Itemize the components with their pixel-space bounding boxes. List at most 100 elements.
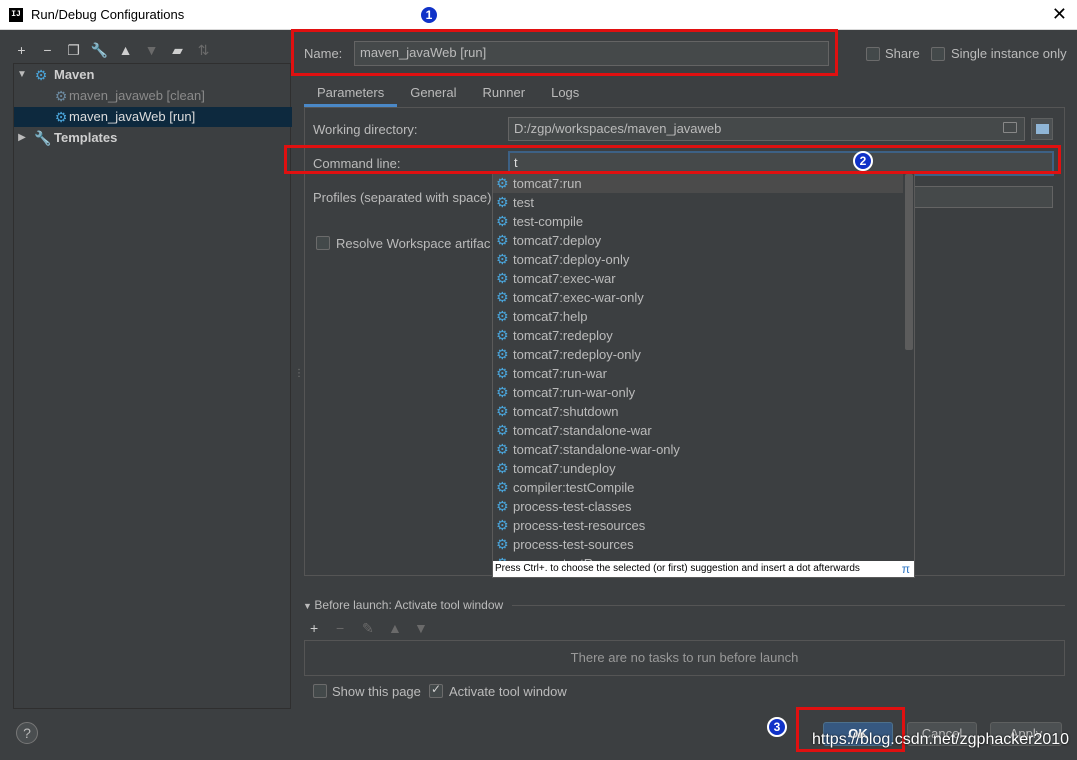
empty-tasks-text: There are no tasks to run before launch: [570, 650, 799, 665]
tree-label-templates: Templates: [54, 130, 118, 145]
show-page-checkbox[interactable]: [313, 684, 327, 698]
autocomplete-item[interactable]: ⚙ tomcat7:run-war-only: [493, 383, 903, 402]
working-directory-input[interactable]: D:/zgp/workspaces/maven_javaweb: [508, 117, 1025, 141]
profiles-label: Profiles (separated with space): [313, 190, 492, 205]
tree-item-label: maven_javaweb [clean]: [69, 88, 205, 103]
move-up-icon[interactable]: ▲: [388, 620, 402, 637]
maven-goal-icon: ⚙: [496, 384, 509, 400]
autocomplete-item-label: process-test-classes: [513, 499, 632, 514]
maven-goal-icon: ⚙: [496, 536, 509, 552]
help-button[interactable]: ?: [16, 722, 38, 744]
tab-general[interactable]: General: [397, 80, 469, 107]
autocomplete-item[interactable]: ⚙ tomcat7:undeploy: [493, 459, 903, 478]
autocomplete-item[interactable]: ⚙ tomcat7:redeploy: [493, 326, 903, 345]
single-instance-checkbox[interactable]: [931, 47, 945, 61]
autocomplete-item-label: tomcat7:redeploy: [513, 328, 613, 343]
copy-icon[interactable]: ❐: [65, 42, 82, 59]
config-tabs: Parameters General Runner Logs: [304, 80, 592, 107]
maven-goal-icon: ⚙: [496, 460, 509, 476]
maven-goal-icon: ⚙: [496, 251, 509, 267]
single-instance-label: Single instance only: [951, 46, 1067, 61]
autocomplete-item-label: tomcat7:undeploy: [513, 461, 616, 476]
maven-goal-icon: ⚙: [496, 289, 509, 305]
remove-task-icon[interactable]: −: [336, 620, 350, 637]
autocomplete-item-label: test: [513, 195, 534, 210]
folder-add-icon[interactable]: ▰: [169, 42, 186, 59]
maven-goal-icon: ⚙: [496, 365, 509, 381]
maven-goal-icon: ⚙: [496, 232, 509, 248]
splitter-handle[interactable]: ⋮: [294, 368, 304, 379]
pi-icon[interactable]: π: [902, 561, 910, 577]
autocomplete-item-label: process-test-sources: [513, 537, 634, 552]
autocomplete-item[interactable]: ⚙ tomcat7:exec-war-only: [493, 288, 903, 307]
autocomplete-item[interactable]: ⚙ tomcat7:run-war: [493, 364, 903, 383]
autocomplete-item-label: tomcat7:run: [513, 176, 582, 191]
activate-tool-window-checkbox[interactable]: [429, 682, 443, 698]
tree-item-run[interactable]: ⚙ maven_javaWeb [run]: [14, 107, 292, 127]
tab-logs[interactable]: Logs: [538, 80, 592, 107]
add-icon[interactable]: +: [13, 42, 30, 59]
arrow-up-icon[interactable]: ▲: [117, 42, 134, 59]
collapse-arrow-icon[interactable]: ▼: [303, 601, 314, 611]
before-launch-list: There are no tasks to run before launch: [304, 640, 1065, 676]
tab-runner[interactable]: Runner: [469, 80, 538, 107]
highlight-name-box: [291, 29, 838, 76]
autocomplete-item[interactable]: ⚙ process-test-resources: [493, 516, 903, 535]
maven-goal-icon: ⚙: [496, 422, 509, 438]
autocomplete-item-label: tomcat7:exec-war-only: [513, 290, 644, 305]
autocomplete-item[interactable]: ⚙ process-test-classes: [493, 497, 903, 516]
hint-text: Press Ctrl+. to choose the selected (or …: [495, 563, 860, 574]
autocomplete-item[interactable]: ⚙ tomcat7:help: [493, 307, 903, 326]
remove-icon[interactable]: −: [39, 42, 56, 59]
folder-icon: [1036, 124, 1049, 134]
share-checkbox[interactable]: [866, 47, 880, 61]
tree-node-templates[interactable]: ▶ 🔧 Templates: [14, 128, 292, 148]
tree-item-clean[interactable]: ⚙ maven_javaweb [clean]: [14, 86, 292, 106]
maven-goal-icon: ⚙: [496, 441, 509, 457]
wrench-icon[interactable]: 🔧: [91, 42, 108, 59]
autocomplete-item[interactable]: ⚙ compiler:testCompile: [493, 478, 903, 497]
popup-scrollbar[interactable]: [905, 174, 913, 350]
show-page-label: Show this page: [332, 684, 421, 699]
autocomplete-item[interactable]: ⚙ test-compile: [493, 212, 903, 231]
maven-goal-icon: ⚙: [496, 308, 509, 324]
maven-gear-icon: ⚙: [54, 109, 68, 125]
before-launch-header[interactable]: ▼ Before launch: Activate tool window: [303, 598, 503, 612]
profiles-input[interactable]: [914, 186, 1053, 208]
arrow-down-icon[interactable]: ▼: [143, 42, 160, 59]
autocomplete-item[interactable]: ⚙ test: [493, 193, 903, 212]
add-task-icon[interactable]: +: [310, 620, 324, 637]
step-marker-3: 3: [767, 717, 787, 737]
autocomplete-item[interactable]: ⚙ tomcat7:shutdown: [493, 402, 903, 421]
autocomplete-item[interactable]: ⚙ process-test-sources: [493, 535, 903, 554]
step-marker-2: 2: [853, 151, 873, 171]
autocomplete-item[interactable]: ⚙ tomcat7:run: [493, 174, 903, 193]
highlight-command-box: [284, 145, 1061, 174]
maven-goal-icon: ⚙: [496, 194, 509, 210]
window-title: Run/Debug Configurations: [31, 7, 185, 22]
expand-arrow-icon[interactable]: ▶: [16, 128, 28, 148]
move-down-icon[interactable]: ▼: [414, 620, 428, 637]
autocomplete-item[interactable]: ⚙ tomcat7:redeploy-only: [493, 345, 903, 364]
resolve-workspace-checkbox[interactable]: [316, 236, 330, 250]
edit-task-icon[interactable]: ✎: [362, 620, 376, 637]
tab-parameters[interactable]: Parameters: [304, 80, 398, 107]
autocomplete-item[interactable]: ⚙ tomcat7:standalone-war-only: [493, 440, 903, 459]
autocomplete-item-label: tomcat7:deploy-only: [513, 252, 630, 267]
config-tree: ▼ ⚙ Maven ⚙ maven_javaweb [clean] ⚙ mave…: [13, 63, 292, 709]
maven-goal-icon: ⚙: [496, 327, 509, 343]
folder-browse-icon[interactable]: [1003, 122, 1017, 133]
macro-folder-button[interactable]: [1031, 118, 1053, 140]
before-launch-toolbar: + − ✎ ▲ ▼: [310, 620, 428, 637]
step-marker-1: 1: [419, 5, 439, 25]
sort-icon[interactable]: ⇅: [195, 42, 212, 59]
close-icon[interactable]: ✕: [1052, 4, 1067, 24]
autocomplete-item[interactable]: ⚙ tomcat7:standalone-war: [493, 421, 903, 440]
expand-arrow-icon[interactable]: ▼: [16, 65, 28, 85]
autocomplete-item[interactable]: ⚙ tomcat7:deploy: [493, 231, 903, 250]
autocomplete-item[interactable]: ⚙ tomcat7:exec-war: [493, 269, 903, 288]
autocomplete-item-label: tomcat7:deploy: [513, 233, 602, 248]
autocomplete-hint: Press Ctrl+. to choose the selected (or …: [493, 561, 914, 577]
tree-node-maven[interactable]: ▼ ⚙ Maven: [14, 65, 292, 85]
autocomplete-item[interactable]: ⚙ tomcat7:deploy-only: [493, 250, 903, 269]
